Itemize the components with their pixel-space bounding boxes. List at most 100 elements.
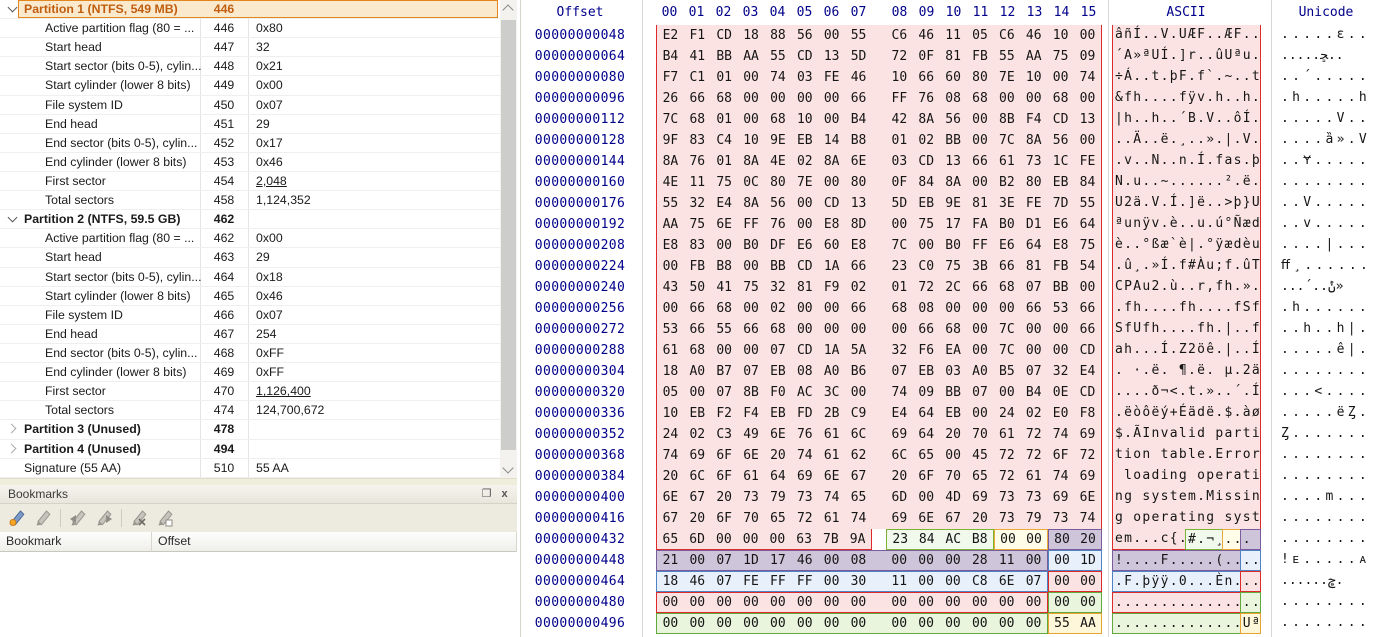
- unicode-text[interactable]: !ᴇ.....ᴀ: [1281, 550, 1378, 571]
- ascii-segment[interactable]: ..............: [1112, 613, 1243, 634]
- tree-row[interactable]: End sector (bits 0-5), cylin...4680xFF: [0, 344, 500, 363]
- tree-row[interactable]: End cylinder (lower 8 bits)4690xFF: [0, 363, 500, 382]
- tree-scrollbar[interactable]: [500, 0, 517, 478]
- tree-row[interactable]: Start cylinder (lower 8 bits)4650x46: [0, 287, 500, 306]
- tree-row[interactable]: Start cylinder (lower 8 bits)4490x00: [0, 76, 500, 95]
- float-panel-icon[interactable]: ❐: [480, 488, 493, 501]
- hex-bytes-segment[interactable]: 18A0B707EB08A0B607EB03A0B50732E4: [656, 361, 1102, 382]
- ascii-segment[interactable]: ÷Á..t.þF.f`.~..t: [1112, 67, 1261, 88]
- previous-bookmark-icon[interactable]: [65, 506, 91, 530]
- ascii-segment[interactable]: âñÍ..V.UÆF..ÆF..: [1112, 25, 1261, 46]
- ascii-segment[interactable]: . ·.ë. ¶.ë. µ.2ä: [1112, 361, 1261, 382]
- tree-row[interactable]: First sector4701,126,400: [0, 382, 500, 401]
- remove-all-bookmarks-icon[interactable]: [152, 506, 178, 530]
- hex-bytes-segment[interactable]: 2402C3496E76616C6964207061727469: [656, 424, 1102, 445]
- unicode-text[interactable]: .....ê|.: [1281, 340, 1378, 361]
- hex-bytes-segment[interactable]: 0000: [994, 529, 1048, 550]
- unicode-text[interactable]: ..Ɏ.....: [1281, 151, 1378, 172]
- bookmark-column-header[interactable]: Bookmark: [0, 532, 152, 552]
- tree-row[interactable]: Total sectors4581,124,352: [0, 191, 500, 210]
- ascii-segment[interactable]: ..............: [1112, 592, 1243, 613]
- ascii-segment[interactable]: .ëòôëý+Éädë.$.àø: [1112, 403, 1261, 424]
- chevron-down-icon[interactable]: [8, 3, 18, 13]
- ascii-segment[interactable]: ..Ä..ë.¸..».|.V.: [1112, 130, 1261, 151]
- hex-bytes-segment[interactable]: 001D: [1048, 550, 1102, 571]
- tree-row[interactable]: End cylinder (lower 8 bits)4530x46: [0, 153, 500, 172]
- ascii-segment[interactable]: SfUfh....fh.|..f: [1112, 319, 1261, 340]
- hex-bytes-segment[interactable]: 00666800020000666808000000665366: [656, 298, 1102, 319]
- hex-bytes-segment[interactable]: 7C680100681000B4428A56008BF4CD13: [656, 109, 1102, 130]
- ascii-segment[interactable]: &fh....fÿv.h..h.: [1112, 88, 1261, 109]
- scroll-down-icon[interactable]: [502, 462, 513, 473]
- tree-row[interactable]: File system ID4500x07: [0, 96, 500, 115]
- hex-bytes-segment[interactable]: 00FBB800BBCD1A6623C0753B6681FB54: [656, 256, 1102, 277]
- hex-bytes-segment[interactable]: 2666680000000066FF76086800006800: [656, 88, 1102, 109]
- ascii-segment[interactable]: ..: [1240, 592, 1261, 613]
- ascii-segment[interactable]: ng system.Missin: [1112, 487, 1261, 508]
- unicode-text[interactable]: ........: [1281, 613, 1378, 634]
- unicode-text[interactable]: ........: [1281, 592, 1378, 613]
- hex-bytes-segment[interactable]: AA756EFF7600E88D007517FAB0D1E664: [656, 214, 1102, 235]
- unicode-text[interactable]: ..h..h|.: [1281, 319, 1378, 340]
- ascii-segment[interactable]: ah...Í.Z2öê.|..Í: [1112, 340, 1261, 361]
- scroll-up-icon[interactable]: [502, 4, 513, 15]
- chevron-right-icon[interactable]: [7, 424, 17, 434]
- field-value-link[interactable]: 1,126,400: [256, 382, 311, 400]
- unicode-text[interactable]: ........: [1281, 361, 1378, 382]
- ascii-segment[interactable]: !....F.....(..: [1112, 550, 1243, 571]
- toggle-bookmark-icon[interactable]: [4, 506, 30, 530]
- tree-row[interactable]: Active partition flag (80 = ...4620x00: [0, 229, 500, 248]
- unicode-text[interactable]: ..v.....: [1281, 214, 1378, 235]
- chevron-down-icon[interactable]: [8, 213, 18, 223]
- unicode-text[interactable]: ........: [1281, 172, 1378, 193]
- hex-bytes-segment[interactable]: 74696F6E207461626C65004572726F72: [656, 445, 1102, 466]
- hex-bytes-segment[interactable]: 656D000000637B9A: [656, 529, 872, 550]
- hex-bytes-segment[interactable]: 5532E48A5600CD135DEB9E813EFE7D55: [656, 193, 1102, 214]
- unicode-text[interactable]: ........: [1281, 466, 1378, 487]
- unicode-text[interactable]: .....ԑ..: [1281, 25, 1378, 46]
- ascii-segment[interactable]: em...c{.: [1112, 529, 1188, 550]
- hex-bytes-segment[interactable]: 184607FEFFFF0030110000C86E07: [656, 571, 1048, 592]
- tree-row[interactable]: Total sectors474124,700,672: [0, 401, 500, 420]
- unicode-text[interactable]: ........: [1281, 508, 1378, 529]
- ascii-segment[interactable]: U2ä.V.Í.]ë..>þ}U: [1112, 193, 1261, 214]
- ascii-segment[interactable]: g operating syst: [1112, 508, 1261, 529]
- tree-row[interactable]: Start head46329: [0, 248, 500, 267]
- hex-bytes-segment[interactable]: 0500078BF0AC3C007409BB0700B40ECD: [656, 382, 1102, 403]
- field-value-link[interactable]: 2,048: [256, 172, 287, 190]
- hex-bytes-segment[interactable]: 6168000007CD1A5A32F6EA007C0000CD: [656, 340, 1102, 361]
- tree-row[interactable]: End sector (bits 0-5), cylin...4520x17: [0, 134, 500, 153]
- ascii-segment[interactable]: #.¬¸: [1185, 529, 1225, 550]
- unicode-text[interactable]: ...´..ݨ»: [1281, 277, 1378, 298]
- tree-row[interactable]: Start sector (bits 0-5), cylin...4640x18: [0, 268, 500, 287]
- offset-column-header[interactable]: Offset: [152, 532, 517, 552]
- unicode-text[interactable]: .h.....h: [1281, 88, 1378, 109]
- hex-bytes-segment[interactable]: 435041753281F90201722C666807BB00: [656, 277, 1102, 298]
- tree-row[interactable]: Active partition flag (80 = ...4460x80: [0, 19, 500, 38]
- hex-bytes-segment[interactable]: 67206F7065726174696E672073797374: [656, 508, 1102, 529]
- hex-bytes-segment[interactable]: 0000000000000000000000000000: [656, 592, 1048, 613]
- hex-bytes-segment[interactable]: 8020: [1048, 529, 1102, 550]
- hex-bytes-segment[interactable]: E2F1CD1888560055C6461105C6461000: [656, 25, 1102, 46]
- hex-bytes-segment[interactable]: 8A76018A4E028A6E03CD136661731CFE: [656, 151, 1102, 172]
- ascii-segment[interactable]: ....ð¬<.t.»..´.Í: [1112, 382, 1261, 403]
- ascii-segment[interactable]: $.ÃInvalid parti: [1112, 424, 1261, 445]
- unicode-text[interactable]: ....m...: [1281, 487, 1378, 508]
- hex-bytes-segment[interactable]: 4E11750C807E00800F848A00B280EB84: [656, 172, 1102, 193]
- unicode-text[interactable]: ....|...: [1281, 235, 1378, 256]
- hex-bytes-segment[interactable]: E88300B0DFE660E87C00B0FFE664E875: [656, 235, 1102, 256]
- hex-bytes-segment[interactable]: 0000000000000000000000000000: [656, 613, 1048, 634]
- unicode-text[interactable]: .....V..: [1281, 109, 1378, 130]
- hex-bytes-segment[interactable]: 10EBF2F4EBFD2BC9E464EB002402E0F8: [656, 403, 1102, 424]
- ascii-segment[interactable]: ªunÿv.è..u.ú°Ñæd: [1112, 214, 1261, 235]
- ascii-segment[interactable]: .F.þÿÿ.0...Èn.: [1112, 571, 1243, 592]
- unicode-text[interactable]: ....ȁ».V: [1281, 130, 1378, 151]
- horizontal-splitter[interactable]: [0, 478, 517, 485]
- ascii-segment[interactable]: è..°ßæ`è|.°ÿædèu: [1112, 235, 1261, 256]
- tree-row[interactable]: Signature (55 AA)51055 AA: [0, 459, 500, 478]
- unicode-text[interactable]: ﬀ¸......: [1281, 256, 1378, 277]
- hex-bytes-segment[interactable]: 206C6F6164696E67206F706572617469: [656, 466, 1102, 487]
- tree-row[interactable]: Partition 3 (Unused)478: [0, 420, 500, 439]
- remove-bookmark-icon[interactable]: [126, 506, 152, 530]
- hex-bytes-segment[interactable]: 5366556668000000006668007C000066: [656, 319, 1102, 340]
